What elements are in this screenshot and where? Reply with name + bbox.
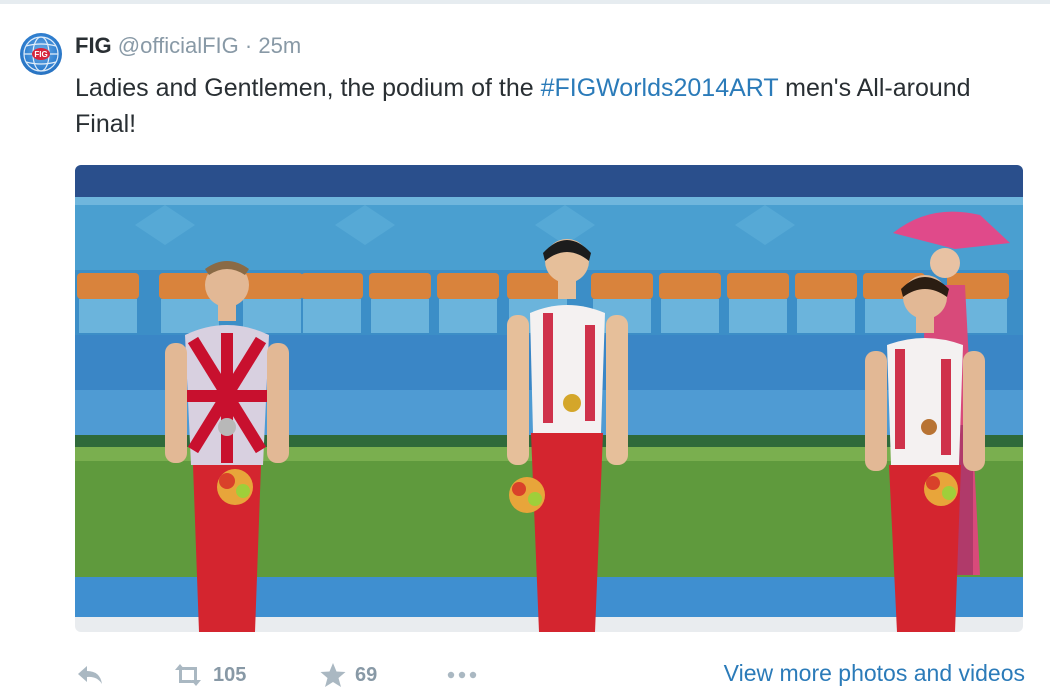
star-icon — [320, 663, 346, 687]
retweet-button[interactable]: 105 — [171, 662, 246, 688]
podium-photo — [75, 165, 1023, 632]
avatar[interactable]: FIG — [20, 33, 62, 75]
hashtag-link[interactable]: #FIGWorlds2014ART — [541, 74, 779, 102]
tweet-text-before: Ladies and Gentlemen, the podium of the — [75, 74, 541, 102]
view-more-photos-link[interactable]: View more photos and videos — [724, 660, 1025, 687]
favorite-button[interactable]: 69 — [319, 662, 377, 688]
favorite-count: 69 — [355, 663, 378, 686]
header-separator: · — [244, 33, 253, 58]
reply-button[interactable] — [75, 662, 105, 688]
tweet-timestamp[interactable]: 25m — [258, 33, 301, 58]
ellipsis-icon — [447, 671, 477, 679]
tweet-text: Ladies and Gentlemen, the podium of the … — [75, 70, 1025, 142]
tweet-header: FIG @officialFIG · 25m — [75, 33, 301, 59]
reply-icon — [78, 666, 102, 684]
tweet-photo[interactable] — [75, 165, 1023, 632]
author-name[interactable]: FIG — [75, 33, 112, 58]
svg-text:FIG: FIG — [34, 50, 47, 59]
more-button[interactable] — [445, 662, 479, 688]
author-handle[interactable]: @officialFIG — [118, 33, 239, 58]
retweet-icon — [175, 664, 201, 686]
top-divider — [0, 0, 1050, 4]
retweet-count: 105 — [213, 663, 247, 686]
fig-globe-logo-icon: FIG — [23, 36, 59, 72]
